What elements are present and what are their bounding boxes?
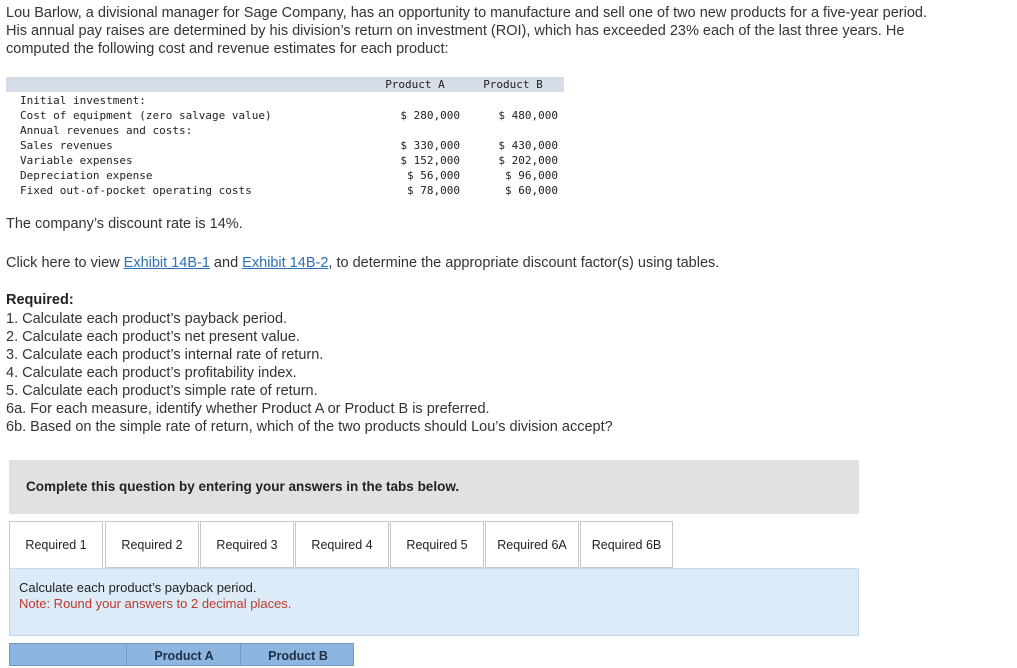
exhibit-14b-2-link[interactable]: Exhibit 14B-2 bbox=[242, 255, 328, 271]
col-header-product-a: Product A bbox=[385, 78, 445, 91]
cell-product-a: $ 152,000 bbox=[400, 154, 460, 167]
required-heading: Required: bbox=[6, 292, 74, 308]
cell-product-a: $ 280,000 bbox=[400, 109, 460, 122]
cell-product-b: $ 480,000 bbox=[498, 109, 558, 122]
answer-col-product-a: Product A bbox=[126, 644, 241, 666]
required-item: 2. Calculate each product’s net present … bbox=[6, 329, 300, 345]
instructions-banner: Complete this question by entering your … bbox=[9, 460, 859, 514]
tab-required-4[interactable]: Required 4 bbox=[295, 521, 389, 568]
click-prefix: Click here to view bbox=[6, 255, 124, 271]
discount-rate-text: The company’s discount rate is 14%. bbox=[6, 216, 243, 232]
tab-required-5[interactable]: Required 5 bbox=[390, 521, 484, 568]
required-item: 5. Calculate each product’s simple rate … bbox=[6, 383, 318, 399]
answer-col-product-b: Product B bbox=[240, 644, 355, 666]
exhibit-instructions: Click here to view Exhibit 14B-1 and Exh… bbox=[6, 255, 719, 271]
required-item: 4. Calculate each product’s profitabilit… bbox=[6, 365, 297, 381]
row-label: Variable expenses bbox=[20, 154, 133, 167]
click-and: and bbox=[209, 255, 243, 271]
tab-required-6b[interactable]: Required 6B bbox=[580, 521, 673, 568]
required-list: 1. Calculate each product’s payback peri… bbox=[6, 310, 613, 436]
required-item: 3. Calculate each product’s internal rat… bbox=[6, 347, 324, 363]
tab-required-6a[interactable]: Required 6A bbox=[485, 521, 579, 568]
cell-product-b: $ 202,000 bbox=[498, 154, 558, 167]
col-header-product-b: Product B bbox=[483, 78, 543, 91]
cell-product-a: $ 330,000 bbox=[400, 139, 460, 152]
row-label: Fixed out-of-pocket operating costs bbox=[20, 184, 252, 197]
answer-table-header: Product A Product B bbox=[9, 643, 354, 666]
exhibit-14b-1-link[interactable]: Exhibit 14B-1 bbox=[124, 255, 210, 271]
required-item: 6b. Based on the simple rate of return, … bbox=[6, 419, 613, 435]
cell-product-a: $ 56,000 bbox=[407, 169, 460, 182]
problem-intro: Lou Barlow, a divisional manager for Sag… bbox=[6, 5, 928, 57]
cell-product-a: $ 78,000 bbox=[407, 184, 460, 197]
panel-note: Note: Round your answers to 2 decimal pl… bbox=[19, 596, 292, 611]
cell-product-b: $ 430,000 bbox=[498, 139, 558, 152]
tab-required-1[interactable]: Required 1 bbox=[9, 521, 103, 569]
row-label: Depreciation expense bbox=[20, 169, 153, 182]
panel-instruction: Calculate each product’s payback period. bbox=[19, 580, 257, 595]
row-label: Cost of equipment (zero salvage value) bbox=[20, 109, 272, 122]
tab-required-3[interactable]: Required 3 bbox=[200, 521, 294, 568]
row-label: Annual revenues and costs: bbox=[20, 124, 193, 137]
row-label: Sales revenues bbox=[20, 139, 113, 152]
row-label: Initial investment: bbox=[20, 94, 146, 107]
tab-panel: Calculate each product’s payback period.… bbox=[9, 568, 859, 636]
cell-product-b: $ 60,000 bbox=[505, 184, 558, 197]
cell-product-b: $ 96,000 bbox=[505, 169, 558, 182]
required-item: 1. Calculate each product’s payback peri… bbox=[6, 311, 288, 327]
tab-required-2[interactable]: Required 2 bbox=[105, 521, 199, 568]
required-item: 6a. For each measure, identify whether P… bbox=[6, 401, 490, 417]
click-suffix: , to determine the appropriate discount … bbox=[328, 255, 720, 271]
